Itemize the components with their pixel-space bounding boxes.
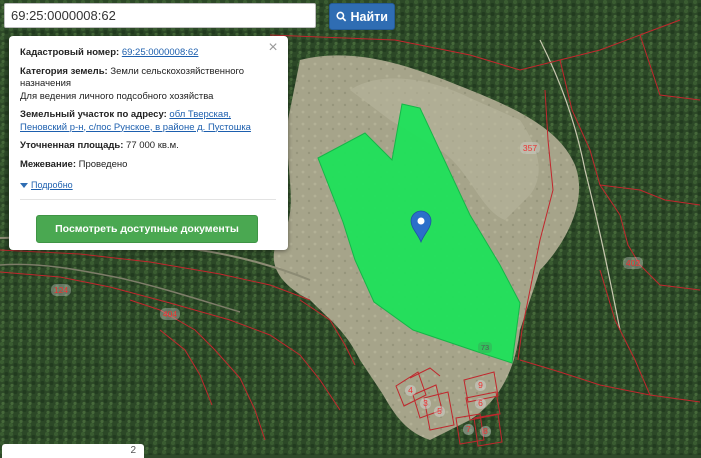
svg-text:8: 8 [483, 426, 488, 436]
svg-text:3: 3 [423, 398, 428, 408]
area-value: 77 000 кв.м. [126, 140, 179, 151]
search-bar: Найти [4, 3, 395, 30]
parcel-label-402: 402 [623, 257, 643, 269]
land-usage-value: Для ведения личного подсобного хозяйства [20, 90, 214, 102]
svg-text:124: 124 [54, 285, 68, 295]
area-label: Уточненная площадь: [20, 140, 124, 151]
svg-text:404: 404 [163, 309, 177, 319]
bottom-panel[interactable]: 2 [2, 444, 144, 458]
parcel-label-73: 73 [478, 342, 492, 353]
svg-text:73: 73 [481, 343, 489, 352]
parcel-label-8: 8 [480, 426, 491, 437]
search-button-label: Найти [350, 9, 388, 24]
survey-row: Межевание: Проведено [20, 159, 276, 172]
details-link[interactable]: Подробно [31, 179, 73, 192]
svg-text:357: 357 [523, 143, 537, 153]
cadastral-number-row: Кадастровый номер: 69:25:0000008:62 [20, 47, 276, 60]
svg-text:5: 5 [437, 406, 442, 416]
parcel-label-9: 9 [475, 380, 486, 391]
svg-text:402: 402 [626, 258, 640, 268]
survey-value: Проведено [78, 158, 128, 170]
area-row: Уточненная площадь: 77 000 кв.м. [20, 140, 276, 153]
address-label: Земельный участок по адресу: [20, 109, 167, 120]
triangle-down-icon [20, 182, 28, 188]
cadastral-number-label: Кадастровый номер: [20, 47, 120, 58]
parcel-label-7: 7 [463, 424, 474, 435]
divider [20, 198, 276, 200]
survey-label: Межевание: [20, 158, 76, 170]
parcel-label-4: 4 [405, 385, 416, 396]
parcel-label-124: 124 [51, 284, 71, 296]
view-documents-button[interactable]: Посмотреть доступные документы [36, 215, 258, 243]
parcel-label-6: 6 [475, 398, 486, 409]
parcel-label-404: 404 [160, 308, 180, 320]
parcel-label-357: 357 [520, 142, 540, 154]
svg-text:9: 9 [478, 380, 483, 390]
search-input[interactable] [4, 3, 316, 28]
search-button[interactable]: Найти [329, 3, 395, 30]
parcel-info-popup: × Кадастровый номер: 69:25:0000008:62 Ка… [9, 36, 288, 250]
svg-text:7: 7 [466, 424, 471, 434]
land-category-row: Категория земель: Земли сельскохозяйстве… [20, 66, 276, 104]
cadastral-number-link[interactable]: 69:25:0000008:62 [122, 47, 199, 58]
close-icon[interactable]: × [266, 40, 280, 56]
bottom-panel-text: 2 [130, 445, 136, 456]
parcel-label-3: 3 [420, 398, 431, 409]
svg-text:6: 6 [478, 398, 483, 408]
svg-text:4: 4 [408, 385, 413, 395]
address-row: Земельный участок по адресу: обл Тверска… [20, 109, 276, 134]
land-category-label: Категория земель: [20, 65, 108, 77]
parcel-label-5: 5 [434, 406, 445, 417]
search-icon [336, 11, 347, 22]
details-toggle[interactable]: Подробно [20, 179, 276, 192]
